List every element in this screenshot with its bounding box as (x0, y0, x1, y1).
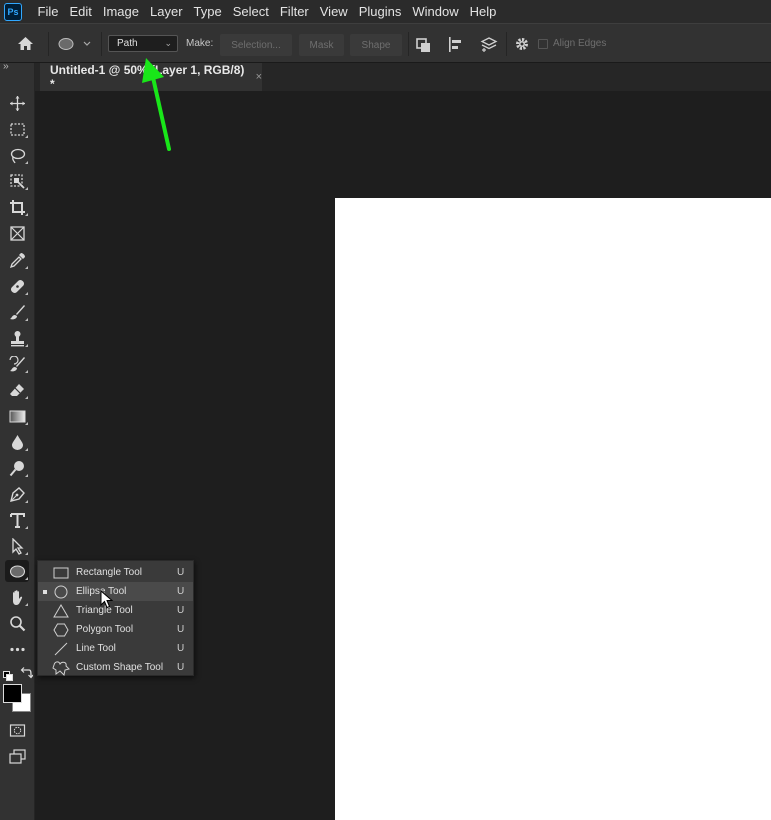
path-alignment-icon[interactable] (447, 36, 464, 58)
blur-tool-icon[interactable] (5, 431, 29, 453)
menu-edit[interactable]: Edit (64, 0, 97, 23)
object-selection-tool-icon[interactable] (5, 170, 29, 192)
checkbox-box (538, 38, 548, 49)
custom-shape-tool-label: Custom Shape Tool (76, 662, 164, 673)
make-shape-button[interactable]: Shape (350, 34, 402, 56)
lasso-tool-icon[interactable] (5, 144, 29, 166)
annotation-arrow-icon (140, 55, 180, 160)
menu-filter[interactable]: Filter (274, 0, 314, 23)
polygon-tool-option[interactable]: Polygon Tool U (38, 620, 193, 639)
menu-select[interactable]: Select (227, 0, 274, 23)
align-edges-checkbox[interactable]: Align Edges (538, 38, 606, 49)
pen-tool-icon[interactable] (5, 483, 29, 505)
close-icon[interactable]: × (256, 71, 262, 83)
custom-shape-tool-option[interactable]: Custom Shape Tool U (38, 658, 193, 677)
line-tool-label: Line Tool (76, 643, 116, 654)
crop-tool-icon[interactable] (5, 196, 29, 218)
menu-file[interactable]: File (32, 0, 64, 23)
menu-help[interactable]: Help (464, 0, 502, 23)
collapse-panel-icon[interactable]: ›› (3, 61, 9, 72)
polygon-icon (52, 623, 70, 637)
path-operations-icon[interactable] (415, 37, 432, 58)
triangle-tool-label: Triangle Tool (76, 605, 133, 616)
menu-view[interactable]: View (314, 0, 353, 23)
frame-tool-icon[interactable] (5, 222, 29, 244)
screen-mode-icon[interactable] (5, 745, 29, 767)
tool-preset-picker[interactable] (58, 37, 98, 56)
ellipse-icon (52, 585, 70, 599)
menu-window[interactable]: Window (407, 0, 464, 23)
type-tool-icon[interactable] (5, 509, 29, 531)
custom-shape-icon (52, 660, 70, 676)
menu-image[interactable]: Image (97, 0, 144, 23)
make-label: Make: (186, 38, 214, 49)
ellipse-tool-shortcut: U (177, 586, 185, 597)
gradient-tool-icon[interactable] (5, 405, 29, 427)
zoom-tool-icon[interactable] (5, 612, 29, 634)
custom-shape-tool-shortcut: U (177, 662, 185, 673)
gear-icon[interactable] (514, 36, 530, 57)
history-brush-tool-icon[interactable] (5, 353, 29, 375)
path-selection-tool-icon[interactable] (5, 535, 29, 557)
more-tools-icon[interactable] (5, 638, 29, 660)
selected-bullet (38, 589, 52, 594)
polygon-tool-label: Polygon Tool (76, 624, 134, 635)
swap-colors-icon[interactable] (20, 666, 34, 684)
eraser-tool-icon[interactable] (5, 379, 29, 401)
eyedropper-tool-icon[interactable] (5, 249, 29, 271)
rectangle-tool-option[interactable]: Rectangle Tool U (38, 563, 193, 582)
foreground-color-swatch[interactable] (3, 684, 22, 703)
brush-tool-icon[interactable] (5, 301, 29, 323)
chevron-down-icon: ⌄ (164, 38, 172, 48)
tools-panel: ›› (0, 61, 35, 820)
marquee-tool-icon[interactable] (5, 118, 29, 140)
triangle-tool-shortcut: U (177, 605, 185, 616)
menu-plugins[interactable]: Plugins (353, 0, 407, 23)
align-edges-label: Align Edges (553, 38, 607, 49)
move-tool-icon[interactable] (5, 92, 29, 114)
options-bar: Path ⌄ Make: Selection... Mask Shape Ali… (0, 23, 771, 63)
ellipse-tool-option[interactable]: Ellipse Tool U (38, 582, 193, 601)
shape-tools-flyout: Rectangle Tool U Ellipse Tool U Triangle… (37, 560, 194, 676)
triangle-icon (52, 603, 70, 618)
rectangle-tool-shortcut: U (177, 567, 185, 578)
ellipse-tool-label: Ellipse Tool (76, 586, 127, 597)
clone-stamp-tool-icon[interactable] (5, 327, 29, 349)
path-arrangement-icon[interactable] (480, 36, 499, 58)
rectangle-tool-label: Rectangle Tool (76, 567, 142, 578)
document-tab-bar: Untitled-1 @ 50% (Layer 1, RGB/8) * × (0, 63, 771, 91)
spot-healing-tool-icon[interactable] (5, 275, 29, 297)
ellipse-tool-icon[interactable] (5, 560, 29, 582)
menu-type[interactable]: Type (188, 0, 227, 23)
dodge-tool-icon[interactable] (5, 457, 29, 479)
hand-tool-icon[interactable] (5, 586, 29, 608)
line-icon (52, 642, 70, 656)
menu-layer[interactable]: Layer (145, 0, 189, 23)
quick-mask-icon[interactable] (5, 719, 29, 741)
menu-bar: Ps File Edit Image Layer Type Select Fil… (0, 0, 771, 23)
mouse-cursor-icon (100, 589, 114, 615)
polygon-tool-shortcut: U (177, 624, 185, 635)
make-mask-button[interactable]: Mask (299, 34, 344, 56)
line-tool-shortcut: U (177, 643, 185, 654)
triangle-tool-option[interactable]: Triangle Tool U (38, 601, 193, 620)
document-canvas[interactable] (335, 198, 771, 820)
home-icon[interactable] (17, 36, 34, 56)
tool-mode-select[interactable]: Path ⌄ (108, 35, 178, 52)
photoshop-logo: Ps (4, 2, 22, 21)
rectangle-icon (52, 566, 70, 580)
make-selection-button[interactable]: Selection... (220, 34, 292, 56)
tool-mode-value: Path (117, 38, 138, 49)
line-tool-option[interactable]: Line Tool U (38, 639, 193, 658)
